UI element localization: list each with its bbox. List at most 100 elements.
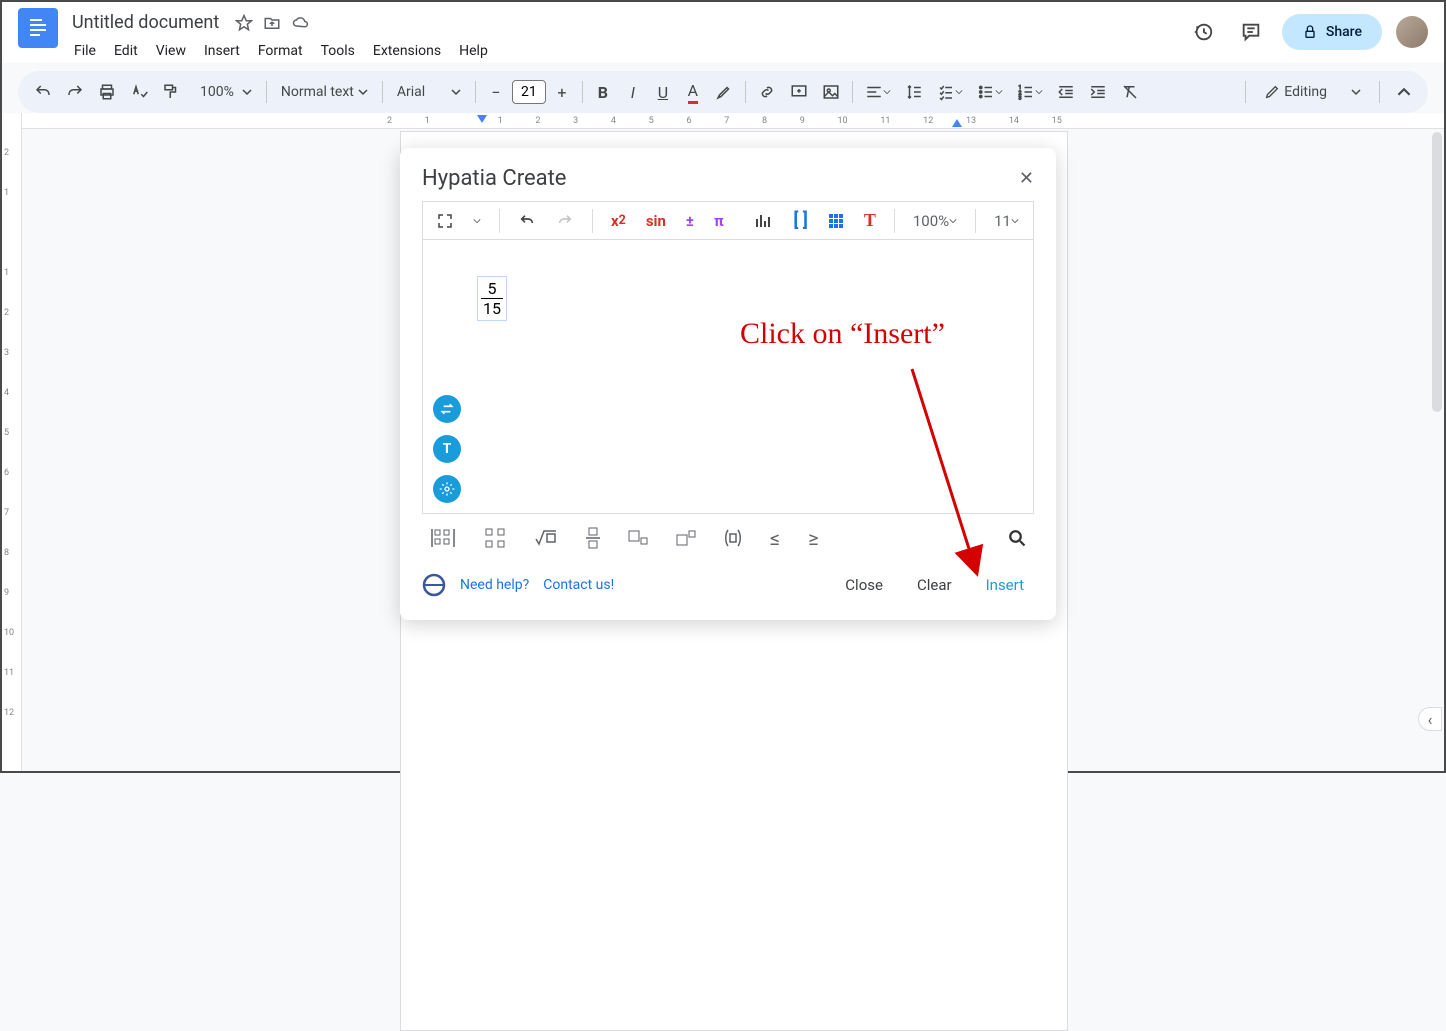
chevron-down-icon — [955, 88, 963, 96]
print-button[interactable] — [92, 78, 122, 106]
superscript-button[interactable] — [676, 530, 696, 546]
checklist-button[interactable] — [931, 78, 969, 106]
bullet-list-button[interactable] — [971, 78, 1009, 106]
highlight-button[interactable] — [709, 78, 739, 106]
font-size-input[interactable] — [512, 80, 546, 104]
subscript-button[interactable] — [628, 530, 648, 546]
undo-button[interactable] — [512, 209, 542, 233]
font-select[interactable]: Arial — [389, 80, 469, 104]
ruler-tick: 1 — [4, 268, 9, 278]
geq-button[interactable]: ≥ — [808, 526, 818, 550]
share-button[interactable]: Share — [1282, 14, 1382, 50]
paint-format-button[interactable] — [156, 78, 186, 106]
brackets-button[interactable]: [ ] — [787, 206, 813, 235]
hypatia-canvas[interactable]: 5 15 T — [422, 239, 1034, 514]
menu-edit[interactable]: Edit — [106, 39, 146, 63]
style-select[interactable]: Normal text — [273, 80, 376, 104]
parentheses-button[interactable] — [724, 528, 742, 548]
move-icon[interactable] — [263, 14, 281, 32]
ruler-mark: 6 — [686, 116, 691, 126]
insert-button[interactable]: Insert — [976, 570, 1034, 600]
history-icon[interactable] — [1186, 15, 1220, 49]
comment-icon[interactable] — [1234, 15, 1268, 49]
root-button[interactable] — [534, 529, 558, 547]
matrix-button[interactable] — [430, 527, 456, 549]
indent-marker-icon[interactable] — [952, 119, 962, 129]
grid-icon[interactable] — [822, 209, 850, 233]
header-left: Untitled document File Edit View Insert … — [66, 8, 1186, 63]
align-button[interactable] — [859, 78, 897, 106]
increase-indent-button[interactable] — [1083, 78, 1113, 106]
menu-view[interactable]: View — [148, 39, 194, 63]
indent-marker-icon[interactable] — [477, 115, 487, 125]
vertical-scrollbar[interactable] — [1432, 132, 1442, 412]
chevron-down-icon — [995, 88, 1003, 96]
document-title[interactable]: Untitled document — [66, 10, 225, 35]
bold-button[interactable]: B — [589, 78, 617, 106]
search-icon[interactable] — [1008, 529, 1026, 547]
separator — [745, 81, 746, 103]
settings-button[interactable] — [433, 475, 461, 503]
fraction-button[interactable] — [586, 527, 600, 549]
star-icon[interactable] — [235, 14, 253, 32]
increase-font-button[interactable]: + — [548, 78, 576, 106]
side-panel-toggle[interactable]: ‹ — [1418, 707, 1442, 731]
menu-insert[interactable]: Insert — [196, 39, 248, 63]
table-button[interactable] — [484, 527, 506, 549]
fit-icon[interactable] — [431, 209, 459, 233]
collapse-toolbar-button[interactable] — [1390, 78, 1418, 106]
plusminus-button[interactable]: ± — [680, 208, 700, 234]
swap-button[interactable] — [433, 395, 461, 423]
zoom-select[interactable]: 100% — [188, 80, 260, 104]
underline-button[interactable]: U — [649, 78, 677, 106]
text-mode-button[interactable]: T — [433, 435, 461, 463]
toolbar-right: Editing — [1241, 78, 1418, 106]
italic-button[interactable]: I — [619, 78, 647, 106]
contact-link[interactable]: Contact us! — [543, 577, 614, 593]
sin-button[interactable]: sin — [640, 208, 672, 234]
cloud-status-icon[interactable] — [291, 14, 311, 32]
hypatia-fontsize-select[interactable]: 11 — [988, 208, 1025, 234]
text-button[interactable]: T — [858, 206, 882, 235]
dialog-header: Hypatia Create ✕ — [400, 148, 1056, 201]
pi-button[interactable]: π — [708, 208, 730, 234]
redo-button[interactable] — [60, 78, 90, 106]
redo-button[interactable] — [550, 209, 580, 233]
fraction-denominator[interactable]: 15 — [481, 299, 503, 318]
ruler-tick: 2 — [4, 308, 9, 318]
link-button[interactable] — [752, 78, 782, 106]
chevron-down-icon[interactable] — [467, 213, 487, 229]
clear-button[interactable]: Clear — [907, 570, 962, 600]
dialog-close-button[interactable]: ✕ — [1019, 168, 1034, 189]
menu-file[interactable]: File — [66, 39, 104, 63]
add-comment-button[interactable] — [784, 78, 814, 106]
decrease-font-button[interactable]: − — [482, 78, 510, 106]
fraction-expression[interactable]: 5 15 — [477, 276, 507, 321]
text-color-button[interactable]: A — [679, 78, 707, 106]
exponent-button[interactable]: x2 — [605, 208, 632, 234]
chevron-down-icon — [242, 87, 252, 97]
editing-mode-select[interactable]: Editing — [1256, 80, 1369, 104]
menu-extensions[interactable]: Extensions — [365, 39, 449, 63]
decrease-indent-button[interactable] — [1051, 78, 1081, 106]
fraction-numerator[interactable]: 5 — [481, 279, 503, 299]
close-button[interactable]: Close — [835, 570, 893, 600]
clear-format-button[interactable] — [1115, 78, 1145, 106]
hypatia-zoom-select[interactable]: 100% — [907, 208, 963, 234]
numbered-list-button[interactable]: 123 — [1011, 78, 1049, 106]
help-link[interactable]: Need help? — [460, 577, 529, 593]
line-spacing-button[interactable] — [899, 78, 929, 106]
insert-image-button[interactable] — [816, 78, 846, 106]
docs-logo-icon[interactable] — [18, 8, 58, 48]
ruler-mark: 10 — [838, 116, 848, 126]
spellcheck-button[interactable] — [124, 78, 154, 106]
separator — [1245, 81, 1246, 103]
user-avatar[interactable] — [1396, 16, 1428, 48]
menu-help[interactable]: Help — [451, 39, 496, 63]
menu-tools[interactable]: Tools — [313, 39, 363, 63]
separator — [475, 81, 476, 103]
graph-icon[interactable] — [749, 209, 779, 233]
leq-button[interactable]: ≤ — [770, 526, 780, 550]
menu-format[interactable]: Format — [250, 39, 311, 63]
undo-button[interactable] — [28, 78, 58, 106]
